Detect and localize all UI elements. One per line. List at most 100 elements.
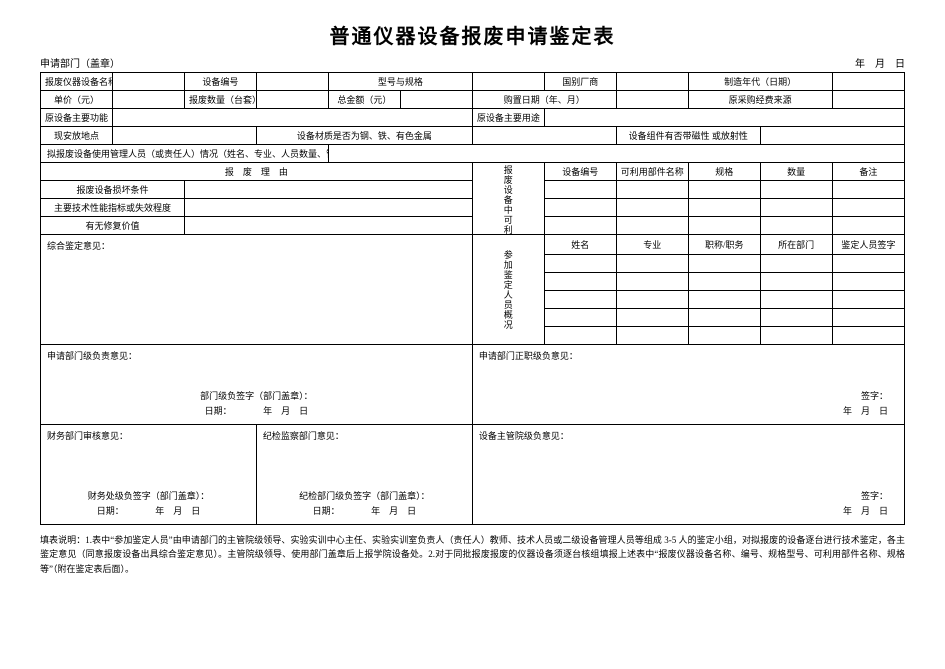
appr-r5-c1[interactable] <box>544 327 616 345</box>
appr-r1-c5[interactable] <box>832 255 904 273</box>
field-tech-perf[interactable] <box>184 199 472 217</box>
header-date: 年 月 日 <box>855 55 905 70</box>
appr-r2-c4[interactable] <box>760 273 832 291</box>
sig-b5-date: 年 月 日 <box>479 504 898 518</box>
parts-r2-c3[interactable] <box>688 199 760 217</box>
sig-block-dept-leader[interactable]: 申请部门级负责意见： 部门级负签字（部门盖章）： 日期： 年 月 日 <box>41 345 473 425</box>
sig-block-finance[interactable]: 财务部门审核意见： 财务处级负签字（部门盖章）： 日期： 年 月 日 <box>41 425 257 525</box>
col-dept: 所在部门 <box>760 235 832 255</box>
col-sign: 鉴定人员签字 <box>832 235 904 255</box>
field-repair-value[interactable] <box>184 217 472 235</box>
field-main-usage[interactable] <box>544 109 904 127</box>
appr-r2-c5[interactable] <box>832 273 904 291</box>
field-damage-cond[interactable] <box>184 181 472 199</box>
appr-r5-c3[interactable] <box>688 327 760 345</box>
field-material[interactable] <box>472 127 616 145</box>
appr-r1-c2[interactable] <box>616 255 688 273</box>
appr-r1-c1[interactable] <box>544 255 616 273</box>
label-reusable-parts-v: 报废设备中可利用部件 <box>472 163 544 235</box>
label-equip-name: 报废仪器设备名称 <box>41 73 113 91</box>
appr-r4-c3[interactable] <box>688 309 760 327</box>
appr-r1-c3[interactable] <box>688 255 760 273</box>
col-spec: 规格 <box>688 163 760 181</box>
col-major: 专业 <box>616 235 688 255</box>
field-manager-info[interactable] <box>328 145 904 163</box>
field-equip-name[interactable] <box>112 73 184 91</box>
field-total-amount[interactable] <box>400 91 472 109</box>
label-manager-info: 拟报废设备使用管理人员（或责任人）情况（姓名、专业、人员数量、管理时间等） <box>41 145 329 163</box>
sig-block-dept-head[interactable]: 申请部门正职级负意见： 签字： 年 月 日 <box>472 345 904 425</box>
label-unit-price: 单价（元） <box>41 91 113 109</box>
parts-r3-c3[interactable] <box>688 217 760 235</box>
field-country-maker[interactable] <box>616 73 688 91</box>
sig-b3-title: 财务部门审核意见： <box>47 429 250 442</box>
parts-r1-c4[interactable] <box>760 181 832 199</box>
sig-b3-date: 日期： 年 月 日 <box>47 504 250 518</box>
sig-b5-title: 设备主管院级负意见： <box>479 429 898 442</box>
appr-r2-c3[interactable] <box>688 273 760 291</box>
appr-r3-c1[interactable] <box>544 291 616 309</box>
parts-r2-c1[interactable] <box>544 199 616 217</box>
appr-r2-c2[interactable] <box>616 273 688 291</box>
field-comprehensive-opinion[interactable]: 综合鉴定意见： <box>41 235 473 345</box>
sig-b5-sign: 签字： <box>479 489 898 503</box>
sig-b1-date: 日期： 年 月 日 <box>47 404 466 418</box>
appr-r3-c5[interactable] <box>832 291 904 309</box>
appr-r4-c1[interactable] <box>544 309 616 327</box>
label-comprehensive-opinion: 综合鉴定意见： <box>47 241 110 251</box>
parts-r3-c2[interactable] <box>616 217 688 235</box>
sig-b3-line1: 财务处级负签字（部门盖章）： <box>47 489 250 503</box>
label-main-usage: 原设备主要用途 <box>472 109 544 127</box>
label-location: 现安放地点 <box>41 127 113 145</box>
appr-r4-c2[interactable] <box>616 309 688 327</box>
field-equip-no[interactable] <box>256 73 328 91</box>
label-country-maker: 国别厂商 <box>544 73 616 91</box>
field-fund-source[interactable] <box>832 91 904 109</box>
parts-r2-c4[interactable] <box>760 199 832 217</box>
form-title: 普通仪器设备报废申请鉴定表 <box>40 20 905 49</box>
field-magnetic[interactable] <box>760 127 904 145</box>
parts-r1-c2[interactable] <box>616 181 688 199</box>
label-total-amount: 总金额（元） <box>328 91 400 109</box>
parts-r2-c5[interactable] <box>832 199 904 217</box>
appr-r2-c1[interactable] <box>544 273 616 291</box>
col-part-name: 可利用部件名称 <box>616 163 688 181</box>
sig-block-discipline[interactable]: 纪检监察部门意见： 纪检部门级负签字（部门盖章）： 日期： 年 月 日 <box>256 425 472 525</box>
field-location[interactable] <box>112 127 256 145</box>
appr-r3-c2[interactable] <box>616 291 688 309</box>
appr-r4-c4[interactable] <box>760 309 832 327</box>
appr-r5-c2[interactable] <box>616 327 688 345</box>
appr-r5-c4[interactable] <box>760 327 832 345</box>
sig-block-equip-head[interactable]: 设备主管院级负意见： 签字： 年 月 日 <box>472 425 904 525</box>
sig-b1-line1: 部门级负签字（部门盖章）： <box>47 389 466 403</box>
parts-r3-c5[interactable] <box>832 217 904 235</box>
label-scrap-qty: 报废数量（台套） <box>184 91 256 109</box>
parts-r1-c5[interactable] <box>832 181 904 199</box>
appr-r3-c3[interactable] <box>688 291 760 309</box>
header-line: 申请部门（盖章） 年 月 日 <box>40 55 905 70</box>
appr-r5-c5[interactable] <box>832 327 904 345</box>
parts-r1-c3[interactable] <box>688 181 760 199</box>
field-scrap-qty[interactable] <box>256 91 328 109</box>
label-damage-cond: 报废设备损坏条件 <box>41 181 185 199</box>
parts-r3-c4[interactable] <box>760 217 832 235</box>
parts-r3-c1[interactable] <box>544 217 616 235</box>
appr-r4-c5[interactable] <box>832 309 904 327</box>
label-make-year: 制造年代（日期） <box>688 73 832 91</box>
field-main-function[interactable] <box>112 109 472 127</box>
applicant-dept-label: 申请部门（盖章） <box>40 55 120 70</box>
col-remark: 备注 <box>832 163 904 181</box>
parts-r1-c1[interactable] <box>544 181 616 199</box>
field-model-spec[interactable] <box>472 73 544 91</box>
field-make-year[interactable] <box>832 73 904 91</box>
parts-r2-c2[interactable] <box>616 199 688 217</box>
sig-b2-title: 申请部门正职级负意见： <box>479 349 898 362</box>
col-title: 职称/职务 <box>688 235 760 255</box>
field-unit-price[interactable] <box>112 91 184 109</box>
sig-b4-date: 日期： 年 月 日 <box>263 504 466 518</box>
field-purchase-date[interactable] <box>616 91 688 109</box>
appr-r1-c4[interactable] <box>760 255 832 273</box>
label-purchase-date: 购置日期（年、月） <box>472 91 616 109</box>
form-notes: 填表说明：1.表中“参加鉴定人员”由申请部门的主管院级领导、实验实训中心主任、实… <box>40 533 905 576</box>
appr-r3-c4[interactable] <box>760 291 832 309</box>
